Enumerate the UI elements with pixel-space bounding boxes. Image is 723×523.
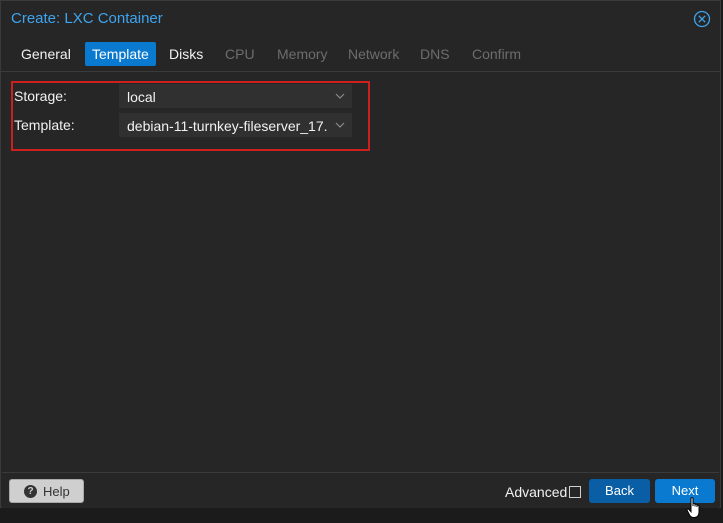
wizard-tabs: General Template Disks CPU Memory Networ… — [1, 37, 720, 71]
create-lxc-dialog: Create: LXC Container General Template D… — [0, 0, 721, 508]
storage-label: Storage: — [14, 88, 67, 104]
template-select[interactable]: debian-11-turnkey-fileserver_17.1- — [119, 113, 352, 137]
dialog-title: Create: LXC Container — [11, 10, 163, 27]
close-icon[interactable] — [693, 10, 711, 28]
back-button[interactable]: Back — [589, 479, 650, 503]
chevron-down-icon[interactable] — [333, 118, 347, 132]
tab-cpu[interactable]: CPU — [218, 42, 262, 66]
help-button[interactable]: ? Help — [9, 479, 84, 503]
storage-value: local — [127, 89, 156, 105]
tab-confirm[interactable]: Confirm — [465, 42, 528, 66]
tab-template[interactable]: Template — [85, 42, 156, 66]
advanced-label: Advanced — [505, 484, 568, 500]
tab-general[interactable]: General — [14, 42, 78, 66]
help-button-label: Help — [43, 484, 70, 499]
tab-memory[interactable]: Memory — [270, 42, 335, 66]
question-circle-icon: ? — [24, 485, 37, 498]
advanced-checkbox[interactable] — [569, 486, 581, 498]
tab-network[interactable]: Network — [341, 42, 406, 66]
dialog-titlebar: Create: LXC Container — [1, 1, 720, 37]
chevron-down-icon[interactable] — [333, 89, 347, 103]
next-button[interactable]: Next — [655, 479, 715, 503]
dialog-footer: ? Help Advanced Back Next — [2, 472, 719, 508]
storage-select[interactable]: local — [119, 84, 352, 108]
template-value: debian-11-turnkey-fileserver_17.1- — [127, 118, 327, 134]
hand-pointer-icon — [686, 496, 704, 520]
tab-disks[interactable]: Disks — [162, 42, 210, 66]
template-label: Template: — [14, 117, 75, 133]
tab-dns[interactable]: DNS — [413, 42, 457, 66]
